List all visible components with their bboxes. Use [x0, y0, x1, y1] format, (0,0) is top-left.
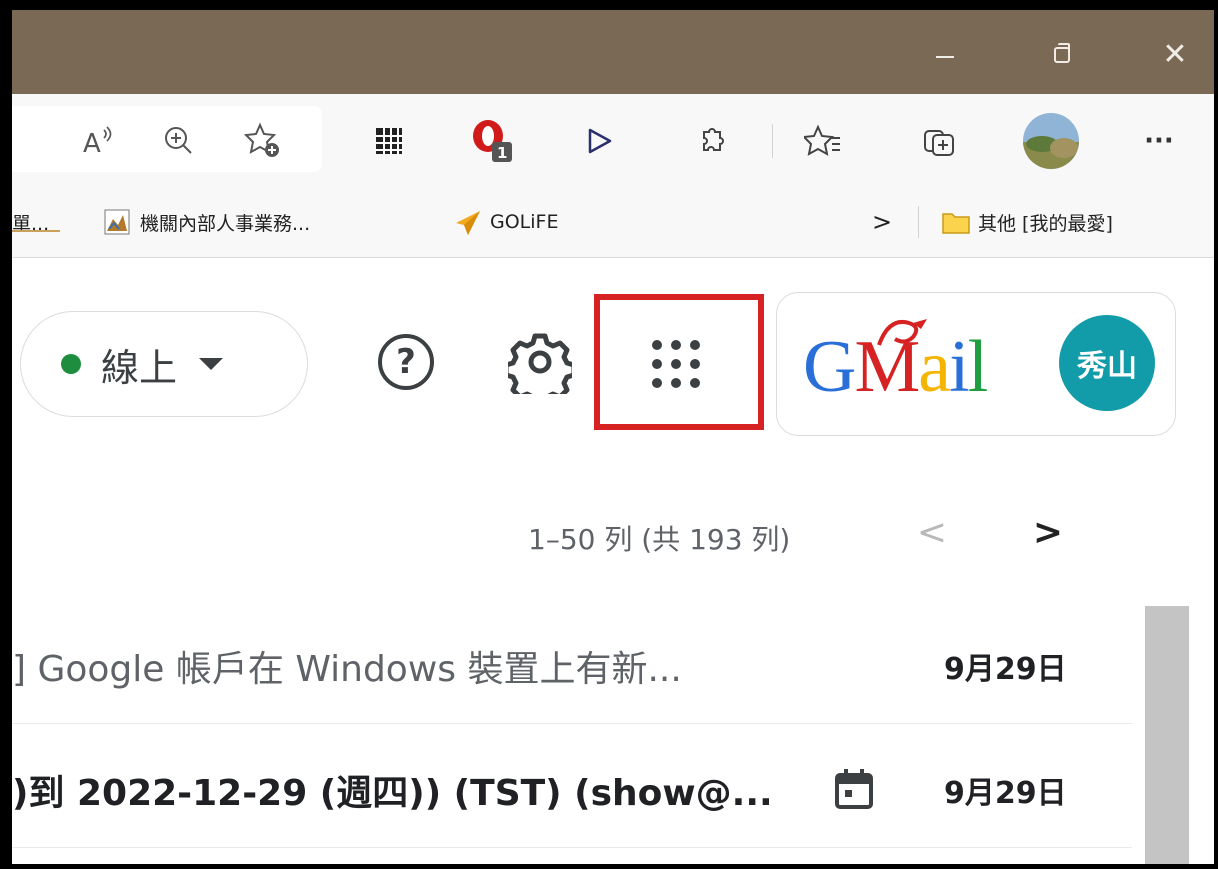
frame-border	[0, 0, 12, 869]
scrollbar[interactable]	[1145, 606, 1189, 864]
pagination-count: 1–50 列 (共 193 列)	[528, 523, 791, 556]
cursor-extension-icon[interactable]	[574, 116, 624, 166]
account-avatar[interactable]: 秀山	[1059, 315, 1155, 411]
bookmark-item-2[interactable]: 機關內部人事業務...	[104, 204, 310, 240]
gmail-header: 線上 ? GMail 秀山	[12, 258, 1214, 468]
close-window-button[interactable]: ✕	[1152, 32, 1198, 78]
next-page-button[interactable]: >	[1028, 512, 1068, 558]
bookmark-item-1[interactable]: 單...	[12, 204, 49, 240]
settings-gear-icon[interactable]	[506, 328, 574, 396]
bookmarks-bar: 單... 機關內部人事業務... GOLiFE > 其他 [我的最愛]	[12, 186, 1214, 258]
bookmark-favicon-icon	[104, 209, 130, 235]
frame-border	[0, 0, 1218, 10]
golife-arrow-icon	[454, 209, 480, 235]
bookmark-label: GOLiFE	[490, 211, 559, 233]
other-favorites-folder[interactable]: 其他 [我的最愛]	[942, 204, 1113, 240]
minimize-button[interactable]	[922, 32, 968, 78]
status-label: 線上	[101, 345, 178, 390]
email-subject: ] Google 帳戶在 Windows 裝置上有新...	[12, 649, 682, 690]
collections-icon[interactable]	[914, 116, 964, 166]
email-date: 9月29日	[944, 652, 1067, 687]
email-row[interactable]: )到 2022-12-29 (週四)) (TST) (show@... 9月29…	[12, 724, 1132, 848]
bookmark-item-3[interactable]: GOLiFE	[454, 204, 558, 240]
folder-icon	[942, 209, 970, 235]
read-aloud-icon[interactable]: A	[72, 116, 122, 166]
add-favorite-icon[interactable]	[238, 116, 288, 166]
google-apps-icon[interactable]	[632, 320, 720, 408]
caret-down-icon	[199, 358, 224, 370]
calendar-icon[interactable]	[834, 768, 874, 810]
zoom-in-icon[interactable]	[154, 116, 204, 166]
browser-toolbar: A 1 ···	[12, 94, 1214, 186]
gmail-logo-ornament-icon	[877, 319, 927, 346]
svg-text:A: A	[83, 129, 101, 158]
email-row[interactable]: ] Google 帳戶在 Windows 裝置上有新... 9月29日	[12, 600, 1132, 724]
pagination: 1–50 列 (共 193 列) < >	[12, 498, 1214, 578]
bookmark-label: 其他 [我的最愛]	[978, 212, 1113, 235]
email-date: 9月29日	[944, 776, 1067, 811]
online-status-dot	[61, 354, 81, 374]
browser-title-bar: ✕	[12, 10, 1214, 94]
grid-extension-icon[interactable]	[364, 116, 414, 166]
screenshot-frame: ✕ A 1 ··· 單... 機關內部人事業務... GOLiFE > 其他 […	[0, 0, 1218, 869]
help-icon[interactable]: ?	[378, 334, 434, 390]
email-subject: )到 2022-12-29 (週四)) (TST) (show@...	[12, 773, 773, 814]
restore-button[interactable]	[1037, 32, 1083, 78]
frame-border	[1214, 0, 1218, 869]
bookmarks-separator	[918, 206, 919, 238]
decorative-line	[12, 230, 60, 232]
frame-border	[0, 864, 1218, 869]
email-list: ] Google 帳戶在 Windows 裝置上有新... 9月29日 )到 2…	[12, 600, 1214, 864]
toolbar-separator	[772, 124, 773, 158]
more-menu-button[interactable]: ···	[1134, 116, 1184, 166]
opera-extension-icon[interactable]: 1	[468, 116, 518, 166]
previous-page-button[interactable]: <	[912, 512, 952, 558]
bookmark-label: 機關內部人事業務...	[140, 212, 311, 235]
status-selector[interactable]: 線上	[20, 311, 308, 417]
bookmarks-overflow-button[interactable]: >	[872, 204, 892, 240]
profile-avatar-icon[interactable]	[1018, 108, 1084, 174]
svg-text:1: 1	[497, 144, 507, 162]
extensions-icon[interactable]	[686, 116, 736, 166]
favorites-icon[interactable]	[798, 116, 848, 166]
account-area: GMail 秀山	[776, 292, 1176, 436]
